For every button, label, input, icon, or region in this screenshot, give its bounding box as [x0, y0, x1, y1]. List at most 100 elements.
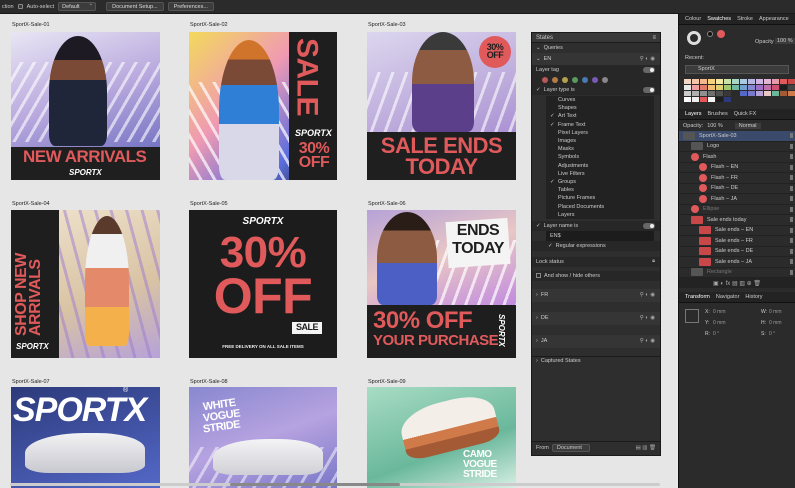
artboard-sale-01[interactable]: NEW ARRIVALS SPORTX — [11, 32, 160, 180]
footer-actions-icon[interactable]: ▤ ▥ 🗑︎ — [636, 445, 656, 451]
h-field[interactable]: 0 mm — [769, 320, 782, 326]
layer-row[interactable]: Flash – JA — [679, 194, 795, 205]
swatch[interactable] — [724, 91, 731, 96]
visibility-checkbox[interactable] — [790, 185, 793, 191]
swatch[interactable] — [724, 79, 731, 84]
swatch[interactable] — [732, 79, 739, 84]
swatch[interactable] — [684, 91, 691, 96]
layer-name-row[interactable]: ✓ Layer name is — [532, 220, 660, 231]
document-setup-button[interactable]: Document Setup... — [106, 2, 164, 11]
tab-quick-fx[interactable]: Quick FX — [734, 111, 757, 117]
layer-type-item[interactable]: ✓ Frame Text — [546, 121, 654, 129]
swatch[interactable] — [772, 91, 779, 96]
artboard-sale-06[interactable]: ENDS TODAY 30% OFF YOUR PURCHASE SPORTX — [367, 210, 516, 358]
query-de[interactable]: › DE ⚲ ◐ ◉ — [532, 311, 660, 325]
layer-name-toggle[interactable] — [643, 222, 655, 229]
swatch[interactable] — [748, 85, 755, 90]
visibility-checkbox[interactable] — [790, 248, 793, 254]
swatch[interactable] — [756, 85, 763, 90]
artboard-label[interactable]: SportX-Sale-06 — [368, 201, 406, 207]
layer-type-item[interactable]: Shapes — [546, 104, 654, 112]
swatch[interactable] — [780, 91, 787, 96]
swatch[interactable] — [692, 91, 699, 96]
query-fr[interactable]: › FR ⚲ ◐ ◉ — [532, 288, 660, 302]
layer-type-item[interactable]: Picture Frames — [546, 194, 654, 202]
y-field[interactable]: 0 mm — [713, 320, 726, 326]
query-actions-icon[interactable]: ⚲ ◐ ◉ — [640, 315, 655, 321]
swatch[interactable] — [748, 91, 755, 96]
swatch[interactable] — [692, 79, 699, 84]
from-dropdown[interactable]: Document — [551, 443, 590, 452]
tab-swatches[interactable]: Swatches — [707, 16, 731, 22]
visibility-checkbox[interactable] — [790, 206, 793, 212]
w-field[interactable]: 0 mm — [769, 309, 782, 315]
artboard-label[interactable]: SportX-Sale-03 — [368, 22, 406, 28]
layer-type-item[interactable]: ✓ Art Text — [546, 112, 654, 120]
artboard-label[interactable]: SportX-Sale-09 — [368, 379, 406, 385]
r-field[interactable]: 0 ° — [713, 331, 719, 337]
tab-layers[interactable]: Layers — [685, 111, 702, 117]
artboard-label[interactable]: SportX-Sale-08 — [190, 379, 228, 385]
visibility-checkbox[interactable] — [790, 196, 793, 202]
layer-row[interactable]: Flash – DE — [679, 184, 795, 194]
layer-row[interactable]: Sale ends – DE — [679, 247, 795, 257]
layer-row[interactable]: Rectangle — [679, 268, 795, 278]
and-show-row[interactable]: And show / hide others — [532, 270, 660, 281]
visibility-checkbox[interactable] — [790, 238, 793, 244]
swatch[interactable] — [788, 91, 795, 96]
layer-row[interactable]: Sale ends – EN — [679, 226, 795, 236]
artboard-label[interactable]: SportX-Sale-02 — [190, 22, 228, 28]
tab-colour[interactable]: Colour — [685, 16, 701, 22]
layer-type-item[interactable]: Layers — [546, 211, 654, 219]
visibility-checkbox[interactable] — [790, 217, 793, 223]
layer-name-field[interactable]: EN$ — [546, 230, 654, 241]
swatch[interactable] — [740, 85, 747, 90]
swatch[interactable] — [756, 79, 763, 84]
layer-tag-row[interactable]: Layer tag — [532, 65, 660, 75]
swatch[interactable] — [748, 79, 755, 84]
anchor-grid-icon[interactable] — [685, 309, 699, 323]
scrollbar-thumb[interactable] — [230, 483, 400, 486]
layer-type-item[interactable]: Placed Documents — [546, 202, 654, 210]
swatch[interactable] — [788, 79, 795, 84]
artboard-label[interactable]: SportX-Sale-01 — [12, 22, 50, 28]
preferences-button[interactable]: Preferences... — [167, 2, 214, 11]
layer-type-row[interactable]: ✓ Layer type is — [532, 85, 660, 95]
fill-well[interactable] — [707, 31, 713, 37]
layer-row[interactable]: Ellipse — [679, 205, 795, 215]
swatch[interactable] — [716, 97, 723, 102]
query-ja[interactable]: › JA ⚲ ◐ ◉ — [532, 334, 660, 348]
visibility-checkbox[interactable] — [790, 154, 793, 160]
layer-tag-toggle[interactable] — [643, 67, 655, 73]
layer-type-item[interactable]: Adjustments — [546, 162, 654, 170]
swatch-grid[interactable] — [679, 76, 795, 105]
captured-states-row[interactable]: › Captured States — [532, 355, 660, 366]
swatch[interactable] — [700, 97, 707, 102]
swatch[interactable] — [724, 97, 731, 102]
swatch[interactable] — [708, 85, 715, 90]
swatch[interactable] — [780, 85, 787, 90]
layer-row[interactable]: Sale ends – FR — [679, 236, 795, 247]
artboard-sale-04[interactable]: SHOP NEW ARRIVALS SPORTX — [11, 210, 160, 358]
swatch[interactable] — [700, 85, 707, 90]
layer-row[interactable]: Flash – FR — [679, 173, 795, 184]
layer-type-item[interactable]: Live Filters — [546, 170, 654, 178]
artboard-label[interactable]: SportX-Sale-04 — [12, 201, 50, 207]
layer-row[interactable]: Logo — [679, 142, 795, 152]
swatch[interactable] — [764, 91, 771, 96]
artboard-sale-03[interactable]: 30% OFF SALE ENDS TODAY — [367, 32, 516, 180]
palette-dropdown[interactable]: SportX — [685, 65, 789, 74]
swatch[interactable] — [772, 85, 779, 90]
panel-menu-icon[interactable]: ≡ — [652, 35, 656, 41]
swatch[interactable] — [700, 79, 707, 84]
visibility-checkbox[interactable] — [790, 259, 793, 265]
tag-color-chip[interactable] — [572, 77, 578, 83]
swatch[interactable] — [692, 97, 699, 102]
visibility-checkbox[interactable] — [790, 175, 793, 181]
layer-row[interactable]: Flash – EN — [679, 163, 795, 173]
swatch[interactable] — [700, 91, 707, 96]
swatch[interactable] — [772, 79, 779, 84]
lock-status-row[interactable]: Lock status 🔒︎ — [532, 256, 660, 267]
tab-navigator[interactable]: Navigator — [716, 294, 740, 300]
layer-row[interactable]: SportX-Sale-03 — [679, 131, 795, 142]
